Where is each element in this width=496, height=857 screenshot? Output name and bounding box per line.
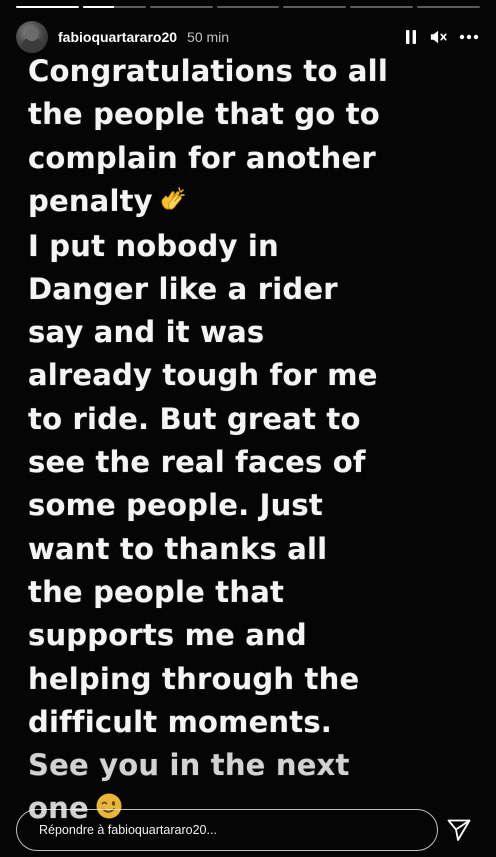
story-text: Congratulations to all the people that g… bbox=[28, 50, 478, 832]
progress-segment bbox=[350, 6, 414, 8]
reply-input[interactable] bbox=[37, 822, 437, 838]
story-text-line: See you in the next bbox=[28, 748, 350, 783]
story-text-line: helping through the bbox=[28, 661, 360, 696]
reply-input-container[interactable] bbox=[16, 809, 438, 851]
progress-segment bbox=[82, 6, 146, 8]
progress-segment bbox=[417, 6, 481, 8]
story-header: fabioquartararo20 50 min bbox=[16, 20, 480, 54]
story-text-line: to ride. But great to bbox=[28, 401, 361, 436]
story-text-line-with-emoji: penalty bbox=[28, 180, 478, 225]
story-text-line: the people that go to bbox=[28, 97, 380, 132]
story-text-line: penalty bbox=[28, 183, 153, 218]
story-text-line: Danger like a rider bbox=[28, 271, 338, 306]
speaker-muted-icon[interactable] bbox=[430, 28, 448, 46]
story-controls bbox=[402, 28, 480, 46]
post-time: 50 min bbox=[187, 29, 230, 45]
username[interactable]: fabioquartararo20 bbox=[58, 29, 177, 45]
story-text-line: the people that bbox=[28, 574, 285, 609]
pause-icon[interactable] bbox=[402, 28, 420, 46]
story-text-line: already tough for me bbox=[28, 358, 378, 393]
story-text-line: I put nobody in bbox=[28, 228, 279, 263]
story-progress-bar bbox=[16, 6, 481, 8]
progress-segment bbox=[216, 6, 280, 8]
story-text-line: some people. Just bbox=[28, 488, 323, 523]
progress-segment bbox=[283, 6, 347, 8]
story-text-line: supports me and bbox=[28, 618, 307, 653]
story-text-line: difficult moments. bbox=[28, 704, 333, 739]
avatar[interactable] bbox=[16, 21, 48, 53]
clapping-hands-emoji bbox=[159, 181, 187, 224]
story-viewer: fabioquartararo20 50 min Congratulations… bbox=[0, 0, 496, 857]
story-text-line: Congratulations to all bbox=[28, 54, 388, 88]
story-text-line: say and it was bbox=[28, 315, 265, 350]
story-text-line: complain for another bbox=[28, 140, 376, 175]
send-icon[interactable] bbox=[446, 817, 472, 843]
story-text-line: want to thanks all bbox=[28, 531, 328, 566]
story-text-line: see the real faces of bbox=[28, 445, 366, 480]
progress-segment bbox=[16, 6, 79, 8]
more-options-icon[interactable] bbox=[458, 28, 480, 46]
progress-segment bbox=[149, 6, 213, 8]
